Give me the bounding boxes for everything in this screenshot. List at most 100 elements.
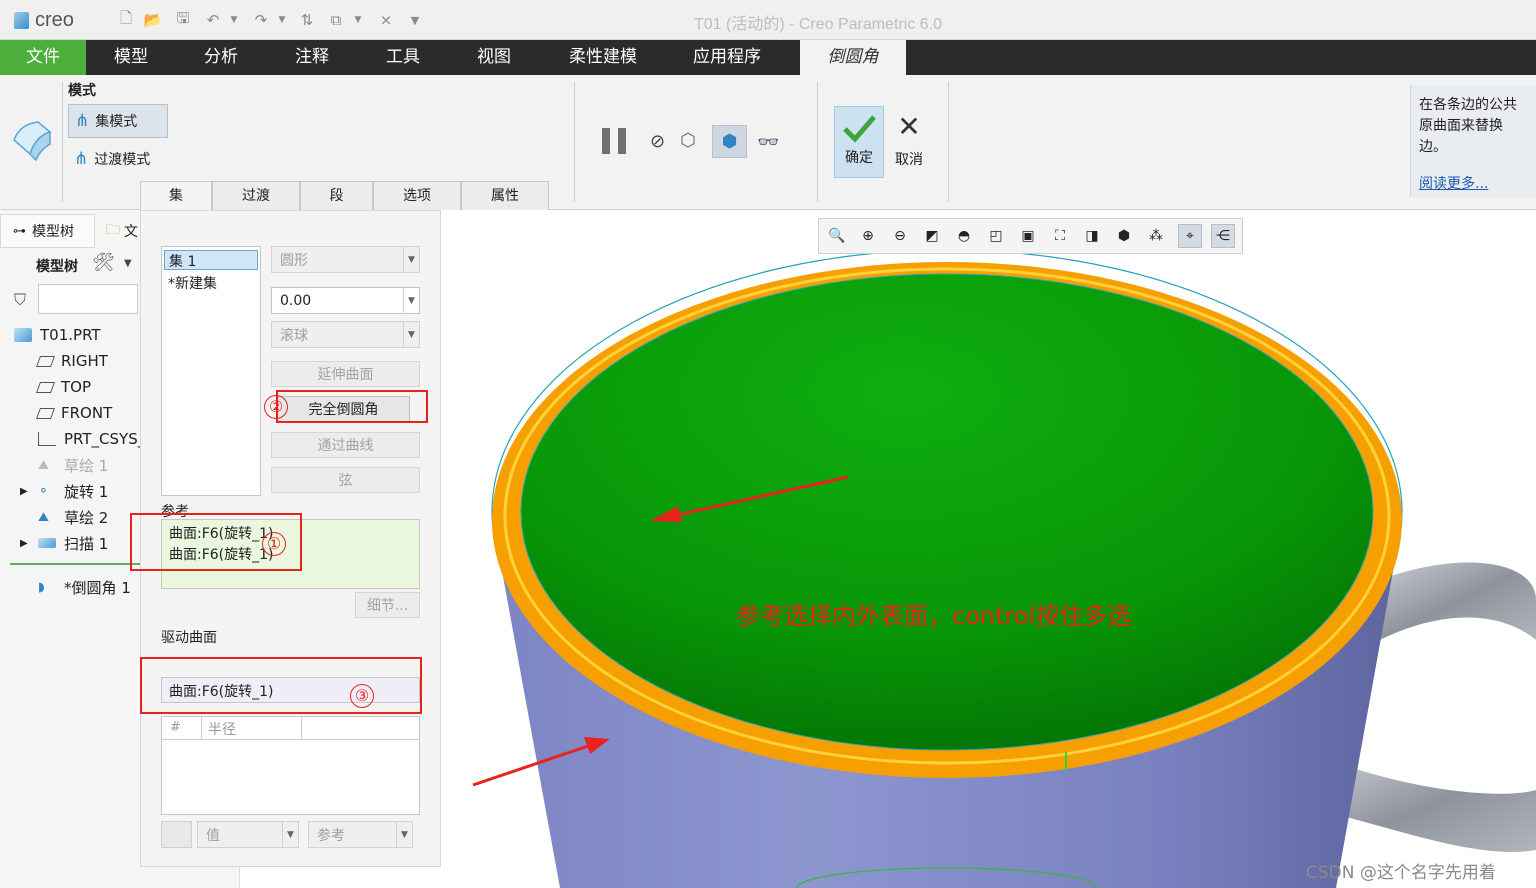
zoom-in-icon[interactable]: ⊕ [856, 224, 880, 248]
cancel-x-icon: ✕ [897, 110, 921, 143]
set-item-1[interactable]: 集 1 [164, 250, 258, 270]
chord-button[interactable]: 弦 [271, 467, 420, 493]
tab-applications[interactable]: 应用程序 [666, 40, 788, 75]
wireframe-preview-icon[interactable]: ⬡ [680, 130, 696, 151]
ok-button[interactable]: 确定 [834, 106, 884, 178]
tree-settings-dropdown-icon[interactable]: ▼ [124, 258, 132, 269]
annotation-box-2 [276, 390, 428, 423]
tree-item-front[interactable]: FRONT [35, 401, 112, 425]
saved-orientations-icon[interactable]: ◰ [984, 224, 1008, 248]
tab-folder-browser[interactable]: 🗀 文 [100, 214, 140, 248]
annotation-circle-3: ③ [350, 684, 374, 708]
tree-icon: ⊶ [13, 223, 26, 239]
spin-center-icon[interactable]: ⌖ [1178, 224, 1202, 248]
tree-item-csys[interactable]: PRT_CSYS_ [38, 427, 145, 451]
sweep-icon [38, 538, 56, 548]
refit-icon[interactable]: 🔍 [825, 224, 849, 248]
transition-mode-icon: ⋔ [74, 149, 89, 169]
radius-table-header-index: # [162, 717, 202, 740]
no-preview-icon[interactable]: ⊘ [650, 131, 665, 152]
read-more-link[interactable]: 阅读更多... [1419, 176, 1488, 192]
tab-tools[interactable]: 工具 [358, 40, 448, 75]
cancel-button[interactable]: ✕ 取消 [888, 112, 930, 178]
inner-surface [520, 273, 1374, 751]
tree-item-sweep1[interactable]: ▶ 扫描 1 [20, 531, 108, 555]
help-box: 在各条边的公共原曲面来替换边。 阅读更多... [1410, 85, 1536, 197]
radius-color-swatch[interactable] [161, 821, 192, 848]
radius-table[interactable]: # 半径 [161, 716, 420, 815]
annotation-note: 参考选择内外表面，control按住多选 [736, 602, 1132, 630]
insert-here-line [10, 563, 140, 565]
view-manager-icon[interactable]: ▣ [1016, 224, 1040, 248]
filter-icon[interactable]: ⛉ [14, 290, 26, 310]
round-icon: ◗ [38, 580, 45, 595]
annotation-circle-2: ② [264, 395, 288, 419]
tree-item-sketch2[interactable]: ⛰ 草绘 2 [38, 505, 108, 529]
reference-select[interactable]: 参考 ▼ [308, 821, 413, 848]
sets-list[interactable]: 集 1 *新建集 [161, 246, 261, 496]
expand-icon[interactable]: ▶ [20, 486, 38, 497]
expand-icon[interactable]: ▶ [20, 538, 38, 549]
subtab-properties[interactable]: 属性 [461, 181, 549, 210]
datum-display-icon[interactable]: ⬢ [1112, 224, 1136, 248]
tree-item-top[interactable]: TOP [35, 375, 91, 399]
tree-item-sketch1[interactable]: ⛰ 草绘 1 [38, 453, 108, 477]
through-curve-button[interactable]: 通过曲线 [271, 432, 420, 458]
tree-search-input[interactable] [38, 284, 138, 314]
title-bar: creo 🗋 📂 🖫 ↶ ▼ ↷ ▼ ⇅ ⧉ ▼ ⨯ ▼ T01 (活动的) -… [0, 0, 1536, 40]
plane-icon [35, 407, 56, 419]
subtab-options[interactable]: 选项 [373, 181, 461, 210]
tree-item-revolve1[interactable]: ▶ ⚬ 旋转 1 [20, 479, 108, 503]
plane-icon [35, 355, 56, 367]
tab-analysis[interactable]: 分析 [176, 40, 266, 75]
tree-item-right[interactable]: RIGHT [35, 349, 108, 373]
tree-item-part[interactable]: T01.PRT [14, 323, 101, 347]
tab-round[interactable]: 倒圆角 [800, 40, 906, 75]
section-icon[interactable]: ◨ [1080, 224, 1104, 248]
tab-model-tree[interactable]: ⊶ 模型树 [0, 214, 95, 248]
chevron-down-icon: ▼ [396, 822, 412, 847]
tab-file[interactable]: 文件 [0, 40, 86, 75]
annotation-display-icon[interactable]: ⁂ [1144, 224, 1168, 248]
value-select[interactable]: 值 ▼ [197, 821, 299, 848]
shape-select[interactable]: 圆形 ▼ [271, 246, 420, 273]
chevron-down-icon: ▼ [282, 822, 298, 847]
extend-surfaces-button[interactable]: 延伸曲面 [271, 361, 420, 387]
subtab-sets[interactable]: 集 [140, 181, 212, 210]
subtab-segments[interactable]: 段 [300, 181, 373, 210]
radius-input[interactable]: 0.00 ▼ [271, 287, 420, 314]
subtab-transitions[interactable]: 过渡 [212, 181, 300, 210]
display-style-icon[interactable]: ◓ [952, 224, 976, 248]
revolve-icon: ⚬ [38, 484, 49, 499]
details-button[interactable]: 细节... [355, 592, 420, 618]
part-icon [14, 328, 32, 342]
csys-icon [38, 432, 56, 446]
tab-view[interactable]: 视图 [448, 40, 540, 75]
pause-icon[interactable] [602, 128, 610, 154]
transition-mode-button[interactable]: ⋔ 过渡模式 [74, 148, 150, 170]
checkmark-icon [843, 115, 876, 143]
annotation-circle-1: ① [262, 532, 286, 556]
tree-settings-icon[interactable]: 🛠 [92, 252, 115, 273]
radius-table-header-radius: 半径 [202, 717, 302, 740]
tab-model[interactable]: 模型 [86, 40, 176, 75]
tab-flexible-modeling[interactable]: 柔性建模 [540, 40, 666, 75]
sketch-icon: ⛰ [38, 458, 49, 473]
cup-model [472, 249, 1536, 888]
set-mode-button[interactable]: ⋔ 集模式 [68, 104, 168, 138]
method-select[interactable]: 滚球 ▼ [271, 321, 420, 348]
tree-item-round1[interactable]: ◗ *倒圆角 1 [38, 575, 131, 599]
geometry-preview-icon[interactable]: ⬢ [712, 125, 747, 158]
pick-mode-icon[interactable]: ⋲ [1211, 224, 1235, 248]
zoom-out-icon[interactable]: ⊖ [888, 224, 912, 248]
repaint-icon[interactable]: ◩ [920, 224, 944, 248]
chevron-down-icon: ▼ [403, 288, 419, 313]
perspective-icon[interactable]: ⛶ [1048, 224, 1072, 248]
driving-surface-label: 驱动曲面 [161, 630, 217, 646]
graphics-window[interactable]: 参考选择内外表面，control按住多选 CSDN @这个名字先用着 [440, 210, 1536, 888]
plane-icon [35, 381, 56, 393]
tab-annotate[interactable]: 注释 [266, 40, 358, 75]
new-set-item[interactable]: *新建集 [168, 273, 217, 293]
verify-mode-glasses-icon[interactable]: 👓 [757, 132, 779, 153]
view-toolbar: 🔍 ⊕ ⊖ ◩ ◓ ◰ ▣ ⛶ ◨ ⬢ ⁂ ⌖ ⋲ [818, 218, 1243, 254]
